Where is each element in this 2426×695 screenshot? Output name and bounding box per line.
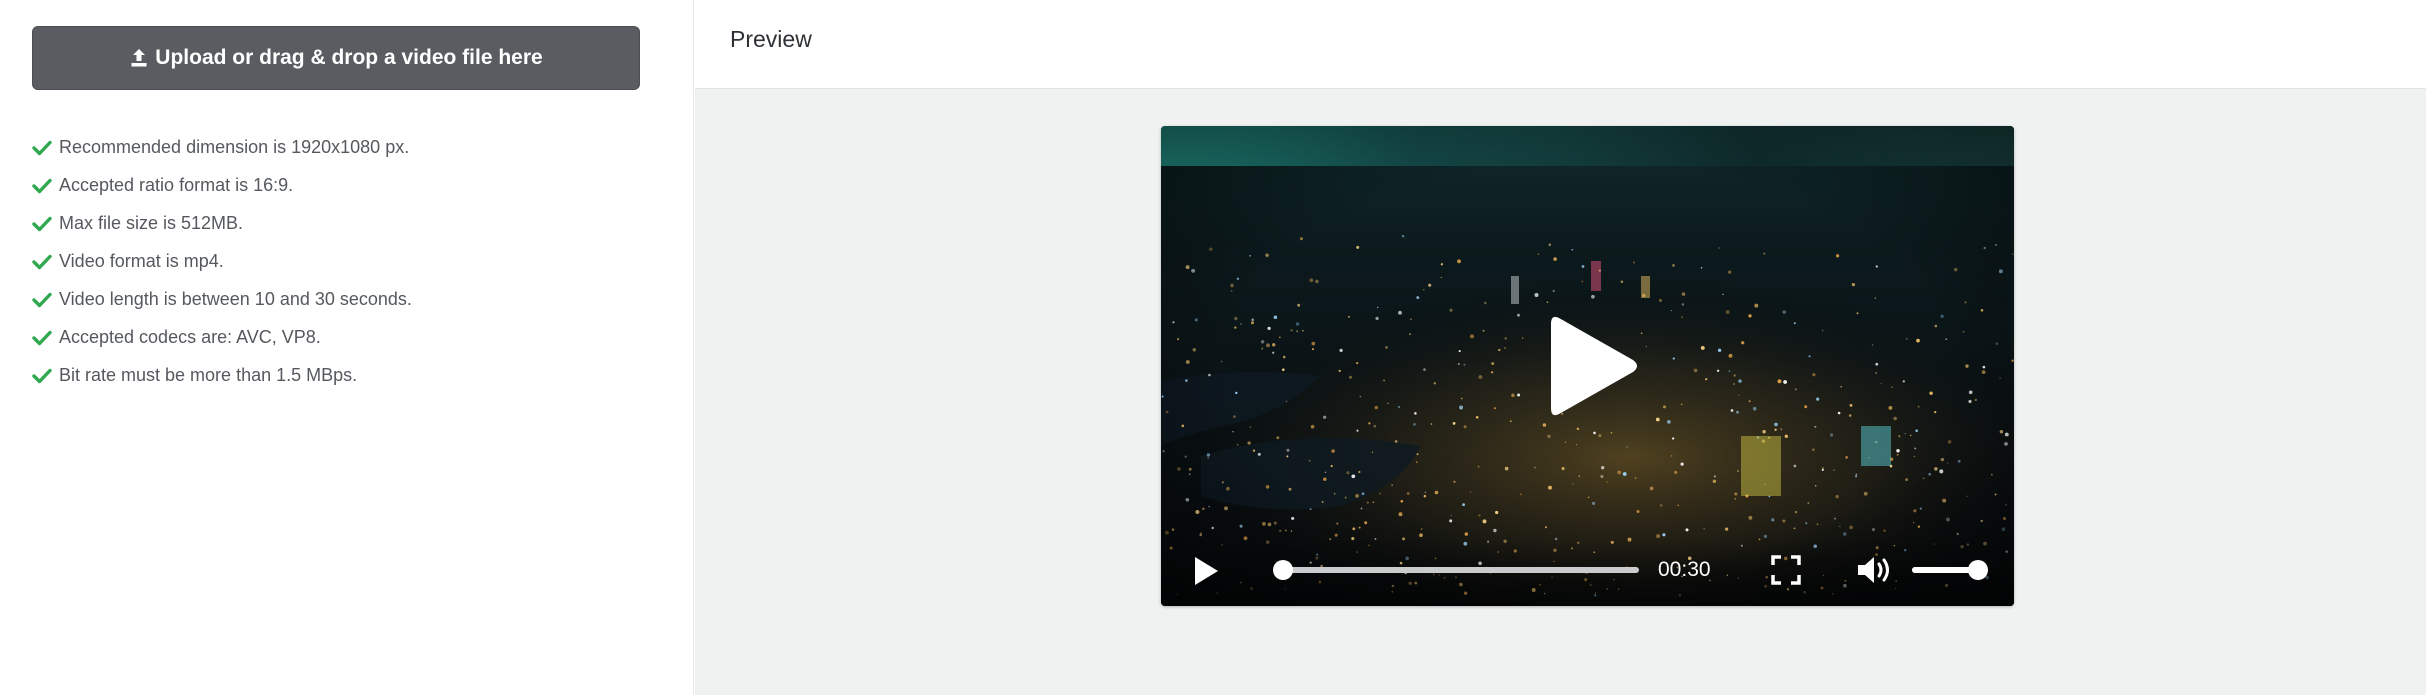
upload-button-label: Upload or drag & drop a video file here [155,46,543,69]
preview-panel: Preview 00:30 [695,0,2426,695]
requirement-item: Video length is between 10 and 30 second… [32,280,412,318]
requirement-text: Video format is mp4. [59,250,224,271]
requirement-item: Accepted ratio format is 16:9. [32,166,412,204]
video-player[interactable]: 00:30 [1161,126,2014,606]
requirement-text: Accepted codecs are: AVC, VP8. [59,326,321,347]
play-icon[interactable] [1191,554,1221,588]
requirement-text: Recommended dimension is 1920x1080 px. [59,136,410,157]
fullscreen-icon[interactable] [1771,555,1801,585]
check-icon [32,178,52,194]
requirement-item: Accepted codecs are: AVC, VP8. [32,318,412,356]
big-play-icon[interactable] [1537,306,1647,426]
check-icon [32,254,52,270]
seek-bar-handle[interactable] [1273,560,1293,580]
requirement-item: Video format is mp4. [32,242,412,280]
volume-slider-handle[interactable] [1968,560,1988,580]
preview-header: Preview [695,0,2426,89]
requirement-item: Max file size is 512MB. [32,204,412,242]
check-icon [32,216,52,232]
check-icon [32,292,52,308]
requirement-text: Accepted ratio format is 16:9. [59,174,294,195]
preview-title: Preview [730,26,812,52]
time-display: 00:30 [1658,558,1711,581]
seek-bar[interactable] [1273,560,1639,580]
volume-icon[interactable] [1856,554,1894,586]
check-icon [32,330,52,346]
check-icon [32,140,52,156]
upload-panel: Upload or drag & drop a video file here … [0,0,694,695]
video-controls: 00:30 [1161,536,2014,606]
volume-slider[interactable] [1912,560,1988,580]
requirement-item: Bit rate must be more than 1.5 MBps. [32,356,412,394]
upload-button[interactable]: Upload or drag & drop a video file here [32,26,640,90]
requirement-item: Recommended dimension is 1920x1080 px. [32,128,412,166]
requirement-text: Video length is between 10 and 30 second… [59,288,412,309]
upload-icon [131,49,147,67]
check-icon [32,368,52,384]
requirement-text: Max file size is 512MB. [59,212,244,233]
requirement-text: Bit rate must be more than 1.5 MBps. [59,364,358,385]
requirements-list: Recommended dimension is 1920x1080 px. A… [32,128,412,394]
